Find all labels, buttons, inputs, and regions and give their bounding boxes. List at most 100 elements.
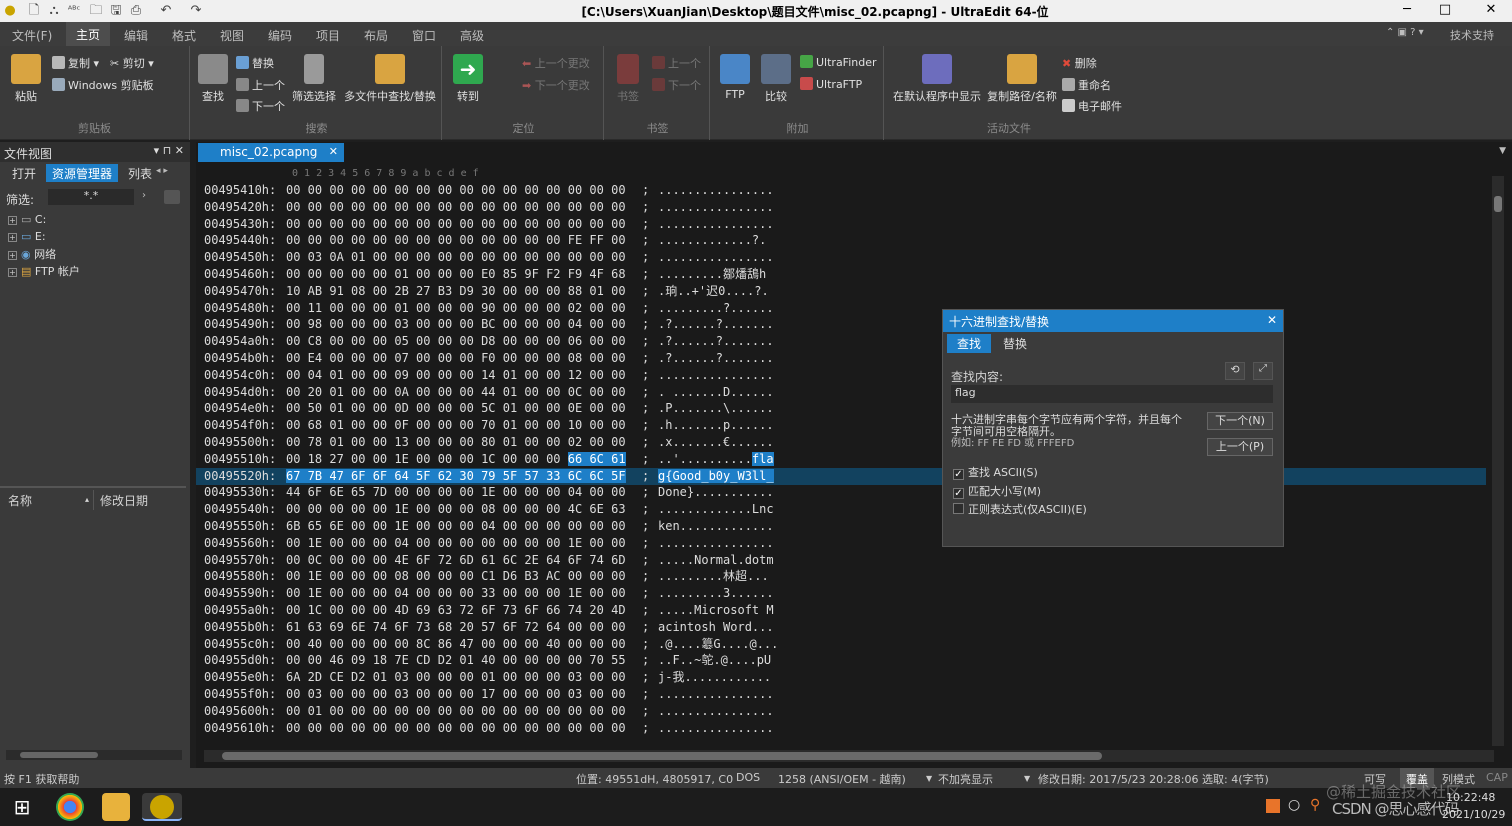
history-icon[interactable]: ⟲	[1225, 362, 1245, 380]
hex-bytes[interactable]: 00 00 00 00 00 00 00 00 00 00 00 00 00 0…	[286, 200, 626, 214]
row-hex-bytes[interactable]: 00 00 46 09 18 7E CD D2 01 40 00 00 00 0…	[286, 652, 626, 669]
ascii-text[interactable]: .............?.	[658, 233, 766, 247]
hex-row[interactable]: 00495560h: 00 1E 00 00 00 04 00 00 00 00 …	[196, 535, 1486, 552]
hex-bytes[interactable]: 00 04 01 00 00 09 00 00 00 14 01 00 00 1…	[286, 368, 626, 382]
hex-bytes[interactable]: 00 11 00 00 00 01 00 00 00 90 00 00 00 0…	[286, 301, 626, 315]
row-hex-bytes[interactable]: 00 01 00 00 00 00 00 00 00 00 00 00 00 0…	[286, 703, 626, 720]
hex-row[interactable]: 00495450h: 00 03 0A 01 00 00 00 00 00 00 …	[196, 249, 1486, 266]
selected-ascii-text[interactable]: fla	[751, 451, 774, 466]
ascii-text[interactable]: .?......?.......	[658, 334, 774, 348]
hex-bytes[interactable]: 00 68 01 00 00 0F 00 00 00 70 01 00 00 1…	[286, 418, 626, 432]
highlight-status[interactable]: 不加亮显示	[938, 771, 993, 787]
row-hex-bytes[interactable]: 00 68 01 00 00 0F 00 00 00 70 01 00 00 1…	[286, 417, 626, 434]
encoding-dropdown-icon[interactable]: ▼	[926, 774, 932, 783]
row-ascii[interactable]: g{Good_b0y_W3ll_	[658, 468, 774, 485]
row-ascii[interactable]: .?......?.......	[658, 350, 774, 367]
hex-row[interactable]: 00495430h: 00 00 00 00 00 00 00 00 00 00 …	[196, 216, 1486, 233]
hex-row[interactable]: 004955c0h: 00 40 00 00 00 00 8C 86 47 00 …	[196, 636, 1486, 653]
row-hex-bytes[interactable]: 6B 65 6E 00 00 1E 00 00 00 04 00 00 00 0…	[286, 518, 626, 535]
tab-list-dropdown-icon[interactable]: ▼	[1499, 146, 1506, 156]
hex-row[interactable]: 004954a0h: 00 C8 00 00 00 05 00 00 00 D8 …	[196, 333, 1486, 350]
hex-row[interactable]: 00495530h: 44 6F 6E 65 7D 00 00 00 00 1E …	[196, 484, 1486, 501]
hex-row[interactable]: 00495610h: 00 00 00 00 00 00 00 00 00 00 …	[196, 720, 1486, 737]
hex-row[interactable]: 00495510h: 00 18 27 00 00 1E 00 00 00 1C …	[196, 451, 1486, 468]
ascii-text[interactable]: .珦..+'迟0....?.	[658, 284, 769, 298]
hex-bytes[interactable]: 00 00 00 00 00 00 00 00 00 00 00 00 00 0…	[286, 217, 626, 231]
ascii-text[interactable]: .....Microsoft M	[658, 603, 774, 617]
row-hex-bytes[interactable]: 00 03 0A 01 00 00 00 00 00 00 00 00 00 0…	[286, 249, 626, 266]
ultraftp-button[interactable]: UltraFTP	[800, 77, 862, 91]
ascii-text[interactable]: ................	[658, 721, 774, 735]
row-hex-bytes[interactable]: 00 00 00 00 00 00 00 00 00 00 00 00 00 0…	[286, 720, 626, 737]
hex-bytes[interactable]: 00 50 01 00 00 0D 00 00 00 5C 01 00 00 0…	[286, 401, 626, 415]
expand-icon[interactable]: +	[8, 216, 17, 225]
hex-bytes[interactable]: 00 1C 00 00 00 4D 69 63 72 6F 73 6F 66 7…	[286, 603, 626, 617]
row-ascii[interactable]: .............?.	[658, 232, 766, 249]
row-hex-bytes[interactable]: 00 00 00 00 00 1E 00 00 00 08 00 00 00 4…	[286, 501, 626, 518]
ascii-text[interactable]: .....Normal.dotm	[658, 553, 774, 567]
hex-bytes[interactable]: 00 00 00 00 00 01 00 00 00 E0 85 9F F2 F…	[286, 267, 626, 281]
hex-row[interactable]: 00495580h: 00 1E 00 00 00 08 00 00 00 C1 …	[196, 568, 1486, 585]
maximize-button[interactable]: □	[1430, 2, 1460, 20]
row-ascii[interactable]: .?......?.......	[658, 316, 774, 333]
print-icon[interactable]: ⎙	[128, 3, 144, 19]
tree-item-network[interactable]: + ◉ 网络	[8, 246, 56, 262]
hex-bytes[interactable]: 00 00 00 00 00 1E 00 00 00 08 00 00 00 4…	[286, 502, 626, 516]
row-hex-bytes[interactable]: 00 00 00 00 00 01 00 00 00 E0 85 9F F2 F…	[286, 266, 626, 283]
selected-hex-bytes[interactable]: 66 6C 61	[567, 451, 626, 466]
hex-row[interactable]: 00495520h: 67 7B 47 6F 6F 64 5F 62 30 79 …	[196, 467, 1486, 485]
row-hex-bytes[interactable]: 00 1E 00 00 00 04 00 00 00 00 00 00 00 1…	[286, 535, 626, 552]
row-hex-bytes[interactable]: 00 11 00 00 00 01 00 00 00 90 00 00 00 0…	[286, 300, 626, 317]
row-ascii[interactable]: .?......?.......	[658, 333, 774, 350]
file-tab[interactable]: misc_02.pcapng ✕	[198, 143, 344, 162]
hex-row[interactable]: 00495570h: 00 0C 00 00 00 4E 6F 72 6D 61 …	[196, 552, 1486, 569]
row-hex-bytes[interactable]: 00 1E 00 00 00 08 00 00 00 C1 D6 B3 AC 0…	[286, 568, 626, 585]
hex-bytes[interactable]: 6A 2D CE D2 01 03 00 00 00 01 00 00 00 0…	[286, 670, 626, 684]
row-hex-bytes[interactable]: 00 03 00 00 00 03 00 00 00 17 00 00 00 0…	[286, 686, 626, 703]
row-hex-bytes[interactable]: 00 04 01 00 00 09 00 00 00 14 01 00 00 1…	[286, 367, 626, 384]
hex-row[interactable]: 004954e0h: 00 50 01 00 00 0D 00 00 00 5C …	[196, 400, 1486, 417]
windows-start-icon[interactable]: ⊞	[8, 793, 36, 821]
row-hex-bytes[interactable]: 00 0C 00 00 00 4E 6F 72 6D 61 6C 2E 64 6…	[286, 552, 626, 569]
row-ascii[interactable]: ................	[658, 535, 774, 552]
hex-bytes[interactable]: 00 78 01 00 00 13 00 00 00 80 01 00 00 0…	[286, 435, 626, 449]
row-hex-bytes[interactable]: 00 20 01 00 00 0A 00 00 00 44 01 00 00 0…	[286, 384, 626, 401]
goto-button[interactable]: ➜ 转到	[450, 54, 486, 104]
tab-window[interactable]: 窗口	[412, 27, 436, 44]
tab-format[interactable]: 格式	[172, 27, 196, 44]
hex-bytes[interactable]: 00 00 00 00 00 00 00 00 00 00 00 00 00 0…	[286, 183, 626, 197]
delete-file-button[interactable]: ✖ 删除	[1062, 55, 1097, 71]
ascii-text[interactable]: acintosh Word...	[658, 620, 774, 634]
hex-bytes[interactable]: 00 0C 00 00 00 4E 6F 72 6D 61 6C 2E 64 6…	[286, 553, 626, 567]
find-input[interactable]: flag	[951, 385, 1273, 403]
row-ascii[interactable]: ................	[658, 216, 774, 233]
row-ascii[interactable]: .........林超...	[658, 568, 769, 585]
tab-encoding[interactable]: 编码	[268, 27, 292, 44]
column-date-header[interactable]: 修改日期	[100, 492, 148, 509]
find-prev-button[interactable]: 上一个	[236, 77, 285, 93]
close-tab-icon[interactable]: ✕	[329, 145, 338, 158]
hex-bytes[interactable]: 00 03 0A 01 00 00 00 00 00 00 00 00 00 0…	[286, 250, 626, 264]
dialog-close-icon[interactable]: ✕	[1267, 313, 1277, 327]
hex-row[interactable]: 004954f0h: 00 68 01 00 00 0F 00 00 00 70 …	[196, 417, 1486, 434]
ascii-text[interactable]: .........林超...	[658, 569, 769, 583]
hex-row[interactable]: 004954b0h: 00 E4 00 00 00 07 00 00 00 F0 …	[196, 350, 1486, 367]
hex-bytes[interactable]: 00 00 46 09 18 7E CD D2 01 40 00 00 00 0…	[286, 653, 626, 667]
row-ascii[interactable]: .x.......€......	[658, 434, 774, 451]
spellcheck-icon[interactable]: ᴬᴮᶜ	[66, 3, 82, 19]
tab-view[interactable]: 视图	[220, 27, 244, 44]
tab-list[interactable]: 列表	[122, 164, 158, 182]
row-ascii[interactable]: .............Lnc	[658, 501, 774, 518]
row-ascii[interactable]: .........3......	[658, 585, 774, 602]
hex-bytes[interactable]: 00 20 01 00 00 0A 00 00 00 44 01 00 00 0…	[286, 385, 626, 399]
row-hex-bytes[interactable]: 00 00 00 00 00 00 00 00 00 00 00 00 00 0…	[286, 182, 626, 199]
hex-bytes[interactable]: 44 6F 6E 65 7D 00 00 00 00 1E 00 00 00 0…	[286, 485, 626, 499]
find-next-button[interactable]: 下一个	[236, 98, 285, 114]
collapse-ribbon-icon[interactable]: ⌃ ▣ ? ▾	[1386, 27, 1424, 38]
ascii-text[interactable]: ................	[658, 200, 774, 214]
expand-icon[interactable]: +	[8, 233, 17, 242]
browse-folder-icon[interactable]	[164, 190, 180, 204]
row-hex-bytes[interactable]: 00 00 00 00 00 00 00 00 00 00 00 00 00 0…	[286, 216, 626, 233]
ascii-text[interactable]: . .......D......	[658, 385, 774, 399]
row-hex-bytes[interactable]: 00 00 00 00 00 00 00 00 00 00 00 00 00 0…	[286, 199, 626, 216]
